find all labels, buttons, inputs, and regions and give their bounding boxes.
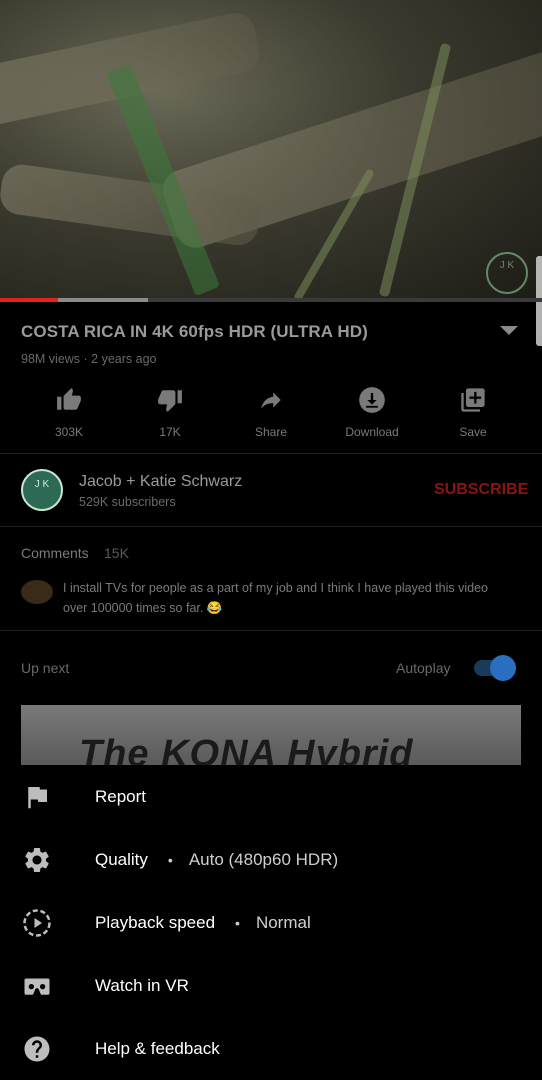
save-button[interactable]: Save: [433, 385, 513, 439]
download-label: Download: [345, 425, 399, 439]
video-title: COSTA RICA IN 4K 60fps HDR (ULTRA HD): [21, 322, 368, 341]
playback-speed-icon: [0, 908, 95, 938]
channel-name[interactable]: Jacob + Katie Schwarz: [79, 473, 242, 491]
download-button[interactable]: Download: [332, 385, 412, 439]
menu-item-label: Help & feedback: [95, 1038, 220, 1058]
options-bottom-sheet: Report Quality • Auto (480p60 HDR) Playb…: [0, 765, 542, 1080]
save-label: Save: [459, 425, 487, 439]
dislike-button[interactable]: 17K: [130, 385, 210, 439]
separator-dot: •: [167, 851, 173, 868]
divider: [0, 630, 542, 631]
like-count: 303K: [54, 425, 84, 439]
save-playlist-icon: [433, 385, 513, 415]
divider: [0, 526, 542, 527]
divider: [0, 453, 542, 454]
menu-item-label: Quality: [95, 849, 148, 869]
subscribe-button[interactable]: SUBSCRIBE: [434, 481, 528, 499]
comments-label[interactable]: Comments: [21, 545, 89, 561]
gear-icon: [0, 845, 95, 875]
menu-item-value: Auto (480p60 HDR): [188, 849, 339, 869]
up-next-thumbnail[interactable]: The KONA Hybrid: [21, 705, 521, 765]
like-button[interactable]: 303K: [29, 385, 109, 439]
channel-watermark: J K: [486, 252, 528, 294]
video-player[interactable]: [0, 0, 542, 302]
up-next-thumbnail-text: The KONA Hybrid: [79, 733, 414, 765]
menu-item-label: Report: [95, 786, 147, 806]
menu-item-label: Watch in VR: [95, 975, 189, 995]
menu-item-playback-speed[interactable]: Playback speed • Normal: [0, 891, 542, 954]
channel-subscribers: 529K subscribers: [79, 495, 176, 509]
vr-headset-icon: [0, 971, 95, 1001]
help-icon: [0, 1034, 95, 1064]
expand-description-icon[interactable]: [500, 326, 518, 335]
share-label: Share: [254, 425, 288, 439]
thumbs-up-icon: [29, 385, 109, 415]
separator-dot: •: [235, 914, 240, 931]
menu-item-value: Normal: [255, 912, 311, 932]
top-comment-text[interactable]: I install TVs for people as a part of my…: [63, 578, 513, 618]
dislike-count: 17K: [159, 425, 181, 439]
autoplay-toggle-thumb[interactable]: [490, 655, 516, 681]
menu-item-quality[interactable]: Quality • Auto (480p60 HDR): [0, 828, 542, 891]
channel-avatar[interactable]: J K: [21, 469, 63, 511]
thumbs-down-icon: [130, 385, 210, 415]
comments-count: 15K: [104, 545, 129, 561]
up-next-label: Up next: [21, 660, 70, 676]
share-icon: [231, 385, 311, 415]
menu-item-report[interactable]: Report: [0, 765, 542, 828]
menu-item-watch-in-vr[interactable]: Watch in VR: [0, 954, 542, 1017]
menu-item-help-feedback[interactable]: Help & feedback: [0, 1017, 542, 1080]
flag-icon: [0, 782, 95, 812]
share-button[interactable]: Share: [231, 385, 311, 439]
autoplay-label: Autoplay: [396, 660, 451, 676]
menu-item-label: Playback speed: [95, 912, 216, 932]
progress-played: [0, 298, 58, 302]
download-icon: [332, 385, 412, 415]
commenter-avatar: [21, 580, 53, 604]
video-meta: 98M views · 2 years ago: [21, 352, 157, 366]
